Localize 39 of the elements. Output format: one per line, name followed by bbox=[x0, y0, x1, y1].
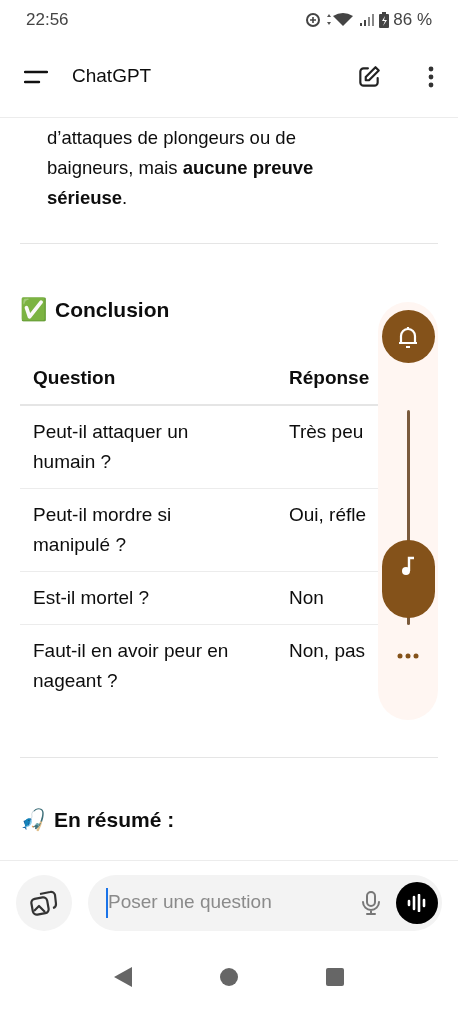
table-cell: Non, pas bbox=[276, 624, 378, 707]
back-nav-icon[interactable] bbox=[113, 966, 133, 988]
volume-slider[interactable] bbox=[381, 410, 435, 625]
status-time: 22:56 bbox=[26, 9, 69, 32]
check-emoji-icon: ✅ bbox=[20, 298, 47, 321]
home-nav-icon[interactable] bbox=[219, 967, 239, 987]
volume-thumb[interactable] bbox=[381, 540, 435, 619]
recents-nav-icon[interactable] bbox=[325, 967, 345, 987]
message-input[interactable]: Poser une question bbox=[88, 874, 442, 931]
app-title: ChatGPT bbox=[72, 64, 152, 89]
table-cell: Non bbox=[276, 571, 378, 624]
fishing-emoji-icon: 🎣 bbox=[20, 808, 46, 830]
answer-paragraph: d’attaques de plongeurs ou de baigneurs, mais aucune preuve sérieuse. bbox=[47, 126, 315, 210]
table-cell: Très peu bbox=[276, 404, 378, 488]
more-options-icon[interactable] bbox=[428, 65, 434, 88]
column-header: Question bbox=[20, 351, 276, 405]
new-chat-icon[interactable] bbox=[356, 63, 382, 90]
music-note-icon bbox=[401, 556, 415, 577]
menu-icon[interactable] bbox=[24, 69, 48, 84]
table-cell: Peut-il attaquer un humain ? bbox=[20, 404, 276, 488]
wifi-icon bbox=[325, 13, 356, 27]
waveform-icon bbox=[407, 893, 427, 912]
images-icon bbox=[30, 889, 58, 916]
battery-level: 86 % bbox=[393, 9, 432, 32]
signal-icon bbox=[359, 13, 376, 27]
table-cell: Est-il mortel ? bbox=[20, 571, 276, 624]
voice-mode-button[interactable] bbox=[396, 881, 438, 924]
table-cell: Faut-il en avoir peur en nageant ? bbox=[20, 624, 276, 707]
ringer-mode-button[interactable] bbox=[381, 310, 435, 363]
table-cell: Peut-il mordre si manipulé ? bbox=[20, 488, 276, 571]
more-options-icon[interactable] bbox=[397, 653, 419, 659]
microphone-icon[interactable] bbox=[362, 890, 380, 915]
column-header: Réponse bbox=[276, 351, 378, 405]
input-placeholder: Poser une question bbox=[108, 890, 273, 915]
section-heading: Conclusion bbox=[55, 297, 170, 323]
bell-icon bbox=[397, 324, 419, 349]
battery-icon bbox=[379, 12, 390, 28]
table-cell: Oui, réfle bbox=[276, 488, 378, 571]
section-heading: En résumé : bbox=[54, 806, 175, 833]
